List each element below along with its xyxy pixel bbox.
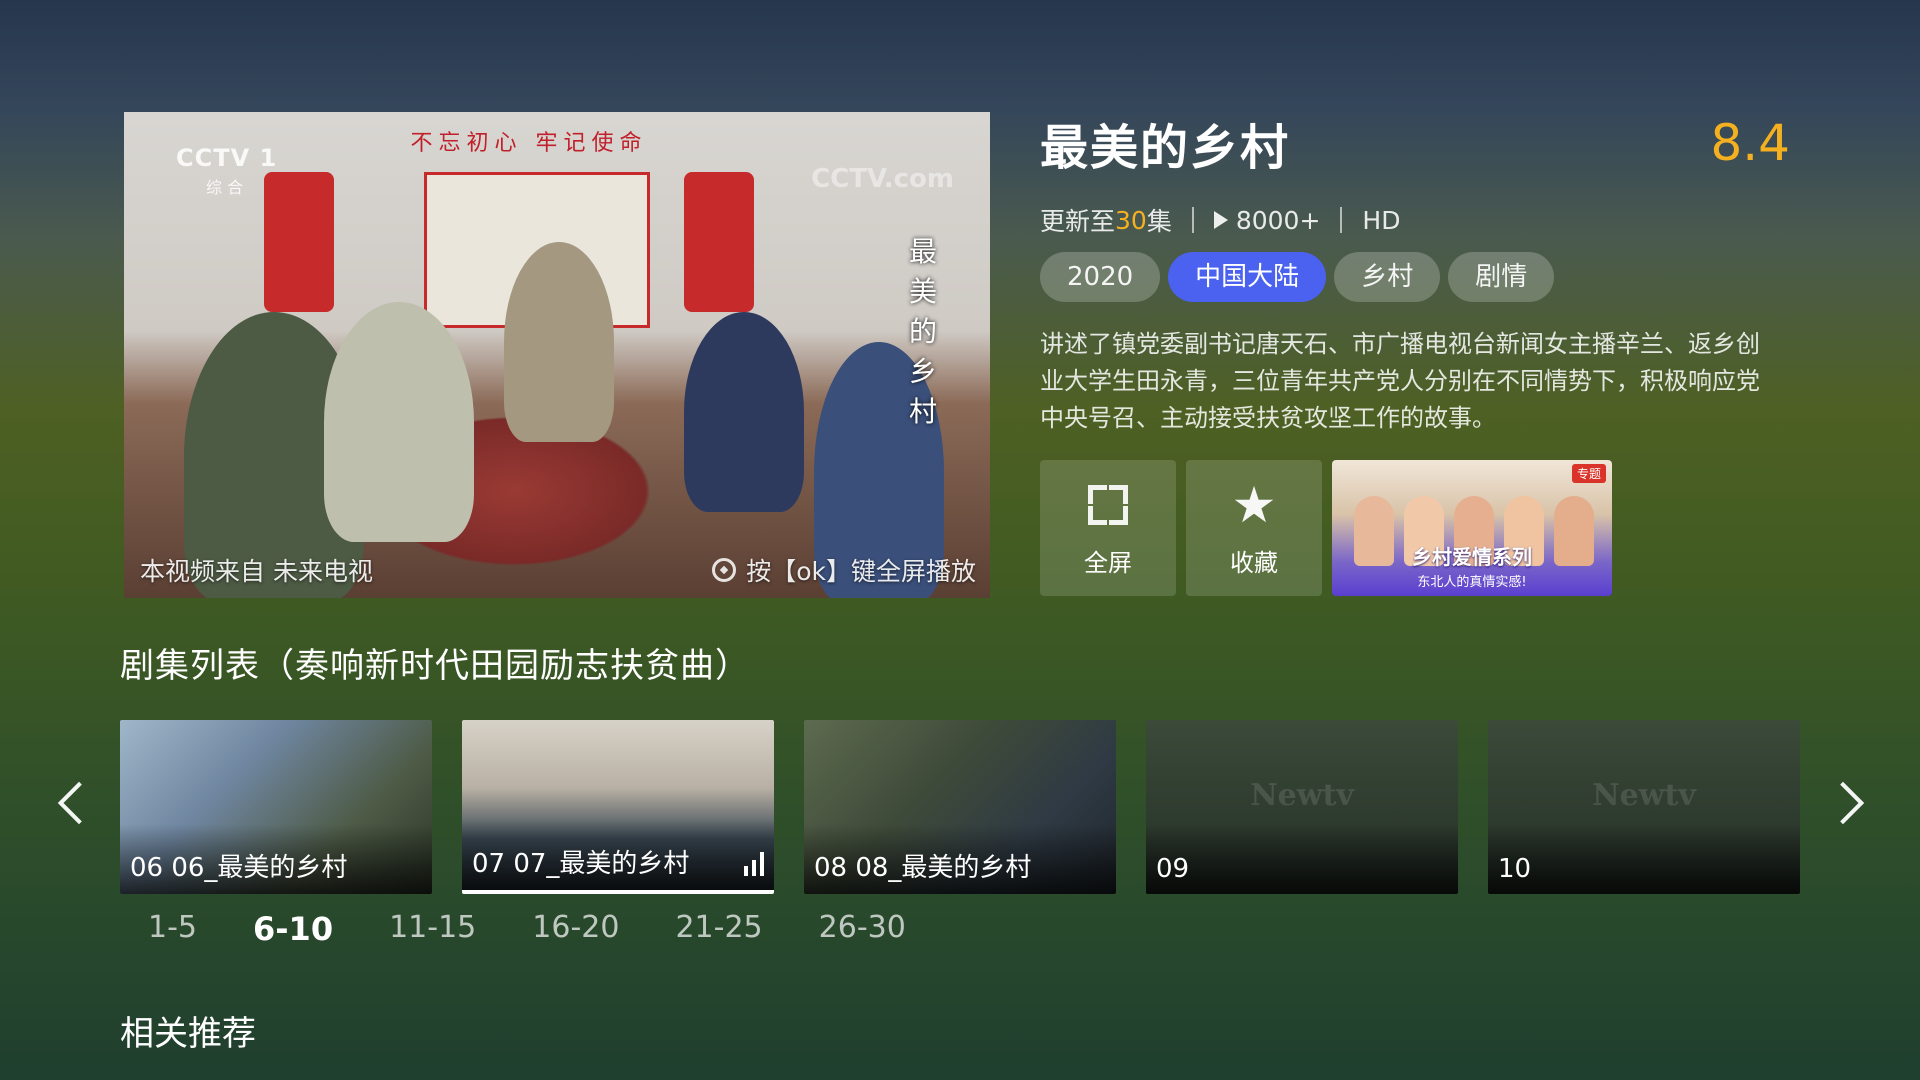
meta-divider <box>1340 207 1343 233</box>
tag-year[interactable]: 2020 <box>1040 252 1161 302</box>
video-banner-text: 不忘初心 牢记使命 <box>410 131 648 156</box>
promo-card[interactable]: 专题 乡村爱情系列 东北人的真情实感! <box>1332 460 1612 596</box>
range-tab[interactable]: 26-30 <box>819 910 906 948</box>
video-preview[interactable]: 不忘初心 牢记使命 CCTV 1 综 合 CCTV.com 最美的乡村 本视频来… <box>124 112 990 598</box>
tag-theme[interactable]: 乡村 <box>1334 252 1441 302</box>
promo-title: 乡村爱情系列 <box>1412 545 1532 569</box>
fullscreen-hint-text: 按【ok】键全屏播放 <box>746 557 976 586</box>
episode-card[interactable]: 07 07_最美的乡村 <box>462 720 774 894</box>
play-count-icon <box>1213 211 1228 229</box>
range-tab[interactable]: 1-5 <box>148 910 197 948</box>
tag-region[interactable]: 中国大陆 <box>1168 252 1327 302</box>
update-prefix: 更新至 <box>1040 207 1116 236</box>
episode-label: 06 06_最美的乡村 <box>130 853 348 883</box>
range-tab[interactable]: 16-20 <box>532 910 619 948</box>
video-watermark: CCTV.com <box>811 164 954 194</box>
recommend-section-title: 相关推荐 <box>120 1014 256 1054</box>
update-suffix: 集 <box>1146 207 1172 236</box>
chevron-right-icon[interactable] <box>1832 780 1862 824</box>
episode-card[interactable]: Newtv 09 <box>1146 720 1458 894</box>
fullscreen-label: 全屏 <box>1084 548 1132 577</box>
fullscreen-hint: 按【ok】键全屏播放 <box>712 552 976 588</box>
episode-watermark: Newtv <box>1592 778 1696 813</box>
decor-panel-right <box>684 172 754 312</box>
show-description: 讲述了镇党委副书记唐天石、市广播电视台新闻女主播辛兰、返乡创业大学生田永青，三位… <box>1040 330 1760 432</box>
episode-section-title: 剧集列表（奏响新时代田园励志扶贫曲） <box>120 646 750 686</box>
video-person-4 <box>684 312 804 512</box>
episode-card[interactable]: 06 06_最美的乡村 <box>120 720 432 894</box>
show-title: 最美的乡村 <box>1040 120 1291 176</box>
episode-label: 09 <box>1156 854 1190 884</box>
show-meta: 更新至 30 集 8000+ HD <box>1040 202 1400 238</box>
episode-card[interactable]: Newtv 10 <box>1488 720 1800 894</box>
episode-range-tabs: 1-5 6-10 11-15 16-20 21-25 26-30 <box>148 910 962 948</box>
chevron-left-icon[interactable] <box>56 780 86 824</box>
now-playing-icon <box>744 852 764 876</box>
episode-card[interactable]: 08 08_最美的乡村 <box>804 720 1116 894</box>
episode-watermark: Newtv <box>1250 778 1354 813</box>
video-person-2 <box>324 302 474 542</box>
decor-panel-left <box>264 172 334 312</box>
episode-label: 10 <box>1498 854 1532 884</box>
range-tab[interactable]: 21-25 <box>675 910 762 948</box>
video-person-3 <box>504 242 614 442</box>
tag-genre[interactable]: 剧情 <box>1448 252 1555 302</box>
channel-sub: 综 合 <box>206 178 244 197</box>
favorite-button[interactable]: ★ 收藏 <box>1186 460 1322 596</box>
fullscreen-icon <box>1088 484 1128 525</box>
play-count: 8000+ <box>1235 205 1321 235</box>
update-count: 30 <box>1115 205 1147 235</box>
video-source-text: 本视频来自 未来电视 <box>140 557 373 586</box>
quality-label: HD <box>1362 205 1401 235</box>
star-icon: ★ <box>1231 475 1277 534</box>
episode-label: 08 08_最美的乡村 <box>814 853 1032 883</box>
tag-list: 2020 中国大陆 乡村 剧情 <box>1040 252 1555 302</box>
show-rating: 8.4 <box>1710 114 1790 172</box>
range-tab-active[interactable]: 6-10 <box>253 910 333 948</box>
ok-key-icon <box>712 558 737 582</box>
fullscreen-button[interactable]: 全屏 <box>1040 460 1176 596</box>
promo-subtitle: 东北人的真情实感! <box>1417 575 1527 590</box>
video-vertical-title: 最美的乡村 <box>908 235 937 428</box>
episode-label: 07 07_最美的乡村 <box>472 849 690 879</box>
promo-badge: 专题 <box>1571 464 1606 483</box>
channel-logo: CCTV 1 <box>176 144 278 172</box>
favorite-label: 收藏 <box>1230 548 1278 577</box>
range-tab[interactable]: 11-15 <box>389 910 476 948</box>
meta-divider <box>1191 207 1194 233</box>
